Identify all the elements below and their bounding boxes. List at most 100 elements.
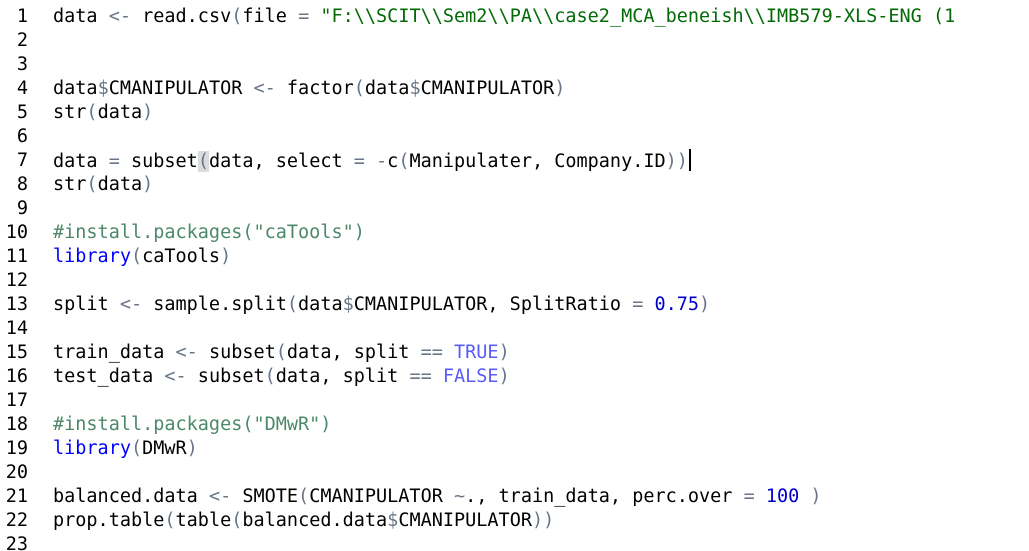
code-text[interactable]: balanced.data <- SMOTE(CMANIPULATOR ~., … [53,485,822,509]
code-text[interactable]: split <- sample.split(data$CMANIPULATOR,… [53,293,710,317]
code-line[interactable]: 16 test_data <- subset(data, split == FAL… [0,365,1029,389]
code-token: data [298,294,343,315]
code-line[interactable]: 14 [0,317,1029,341]
code-text[interactable]: library(DMwR) [53,437,198,461]
code-line[interactable]: 6 [0,125,1029,149]
code-text[interactable]: str(data) [53,173,153,197]
code-line[interactable]: 3 [0,53,1029,77]
code-line[interactable]: 4 data$CMANIPULATOR <- factor(data$CMANIP… [0,77,1029,101]
matched-bracket: ( [197,151,209,172]
code-line[interactable]: 9 [0,197,1029,221]
code-line[interactable]: 20 [0,461,1029,485]
code-text[interactable]: data$CMANIPULATOR <- factor(data$CMANIPU… [53,77,565,101]
code-line[interactable]: 5 str(data) [0,101,1029,125]
line-number: 9 [16,198,28,219]
code-token: CMANIPULATOR, SplitRatio [353,294,633,315]
code-text[interactable]: library(caTools) [53,245,231,269]
code-line[interactable]: 17 [0,389,1029,413]
line-number: 3 [16,54,28,75]
code-token: CMANIPULATOR [309,486,454,507]
code-token: Manipulater, Company.ID [409,151,666,172]
code-token: CMANIPULATOR [420,78,555,99]
code-token: c [387,151,399,172]
code-token: ) [186,438,198,459]
code-token: ( [86,174,98,195]
code-token: library [53,246,131,267]
code-token: $ [342,294,354,315]
code-token: - [376,151,388,172]
text-cursor [688,149,691,171]
code-token: ) [531,510,544,531]
line-number: 16 [5,366,28,387]
line-number: 7 [16,150,28,171]
line-number: 4 [16,78,28,99]
code-token: ) [498,342,510,363]
code-token: = [108,151,120,172]
code-token: ( [275,342,287,363]
code-token: balanced.data [242,510,388,531]
code-token: ( [164,510,176,531]
code-editor[interactable]: 1 data <- read.csv(file = "F:\\SCIT\\Sem2… [0,0,1029,551]
code-text[interactable]: #install.packages("DMwR") [53,413,331,437]
code-token: ) [676,151,688,172]
code-text[interactable]: prop.table(table(balanced.data$CMANIPULA… [53,509,554,533]
code-token: train_data [53,342,176,363]
code-line[interactable]: 23 [0,533,1029,551]
code-token: = [353,151,365,172]
code-line[interactable]: 11 library(caTools) [0,245,1029,269]
code-line[interactable]: 7 data = subset(data, select = -c(Manipul… [0,149,1029,173]
code-text[interactable]: #install.packages("caTools") [53,221,365,245]
code-text[interactable]: data <- read.csv(file = "F:\\SCIT\\Sem2\… [53,5,955,29]
code-token: ., train_data, perc.over [465,486,744,507]
code-token: $ [97,78,109,99]
line-number: 23 [5,534,28,551]
code-token: <- [208,486,232,507]
line-number: 11 [5,246,28,267]
code-token: ) [810,486,822,507]
code-token: subset [119,151,198,172]
code-token: read.csv [130,6,232,27]
code-text[interactable]: test_data <- subset(data, split == FALSE… [53,365,510,389]
code-line[interactable]: 12 [0,269,1029,293]
code-token: data [97,174,143,195]
line-number: 10 [5,222,28,243]
code-text[interactable]: data = subset(data, select = -c(Manipula… [53,149,691,174]
line-number: 5 [16,102,28,123]
line-number: 22 [5,510,28,531]
code-token: #install.packages("caTools") [53,222,365,243]
code-token: <- [164,366,187,387]
code-token: ( [286,294,299,315]
code-token: str [53,174,87,195]
code-line[interactable]: 2 [0,29,1029,53]
code-line[interactable]: 19 library(DMwR) [0,437,1029,461]
code-token: ( [231,6,243,27]
code-text[interactable]: str(data) [53,101,153,125]
code-line[interactable]: 21 balanced.data <- SMOTE(CMANIPULATOR ~.… [0,485,1029,509]
code-line[interactable]: 8 str(data) [0,173,1029,197]
code-token: ) [220,246,232,267]
code-token: ) [142,174,154,195]
code-text[interactable]: train_data <- subset(data, split == TRUE… [53,341,510,365]
code-token: $ [409,78,421,99]
code-token: caTools [142,246,221,267]
code-line[interactable]: 18 #install.packages("DMwR") [0,413,1029,437]
code-token: = [298,6,310,27]
code-token: prop.table [53,510,165,531]
code-line[interactable]: 13 split <- sample.split(data$CMANIPULATO… [0,293,1029,317]
code-token: data [364,78,410,99]
code-token: str [53,102,87,123]
code-token: DMwR [142,438,187,459]
code-token: $ [387,510,399,531]
line-number: 15 [5,342,28,363]
code-line[interactable]: 1 data <- read.csv(file = "F:\\SCIT\\Sem2… [0,5,1029,29]
code-line[interactable]: 22 prop.table(table(balanced.data$CMANIPU… [0,509,1029,533]
code-line[interactable]: 10 #install.packages("caTools") [0,221,1029,245]
code-token: = [743,486,755,507]
line-number: 2 [16,30,28,51]
code-line[interactable]: 15 train_data <- subset(data, split == TR… [0,341,1029,365]
